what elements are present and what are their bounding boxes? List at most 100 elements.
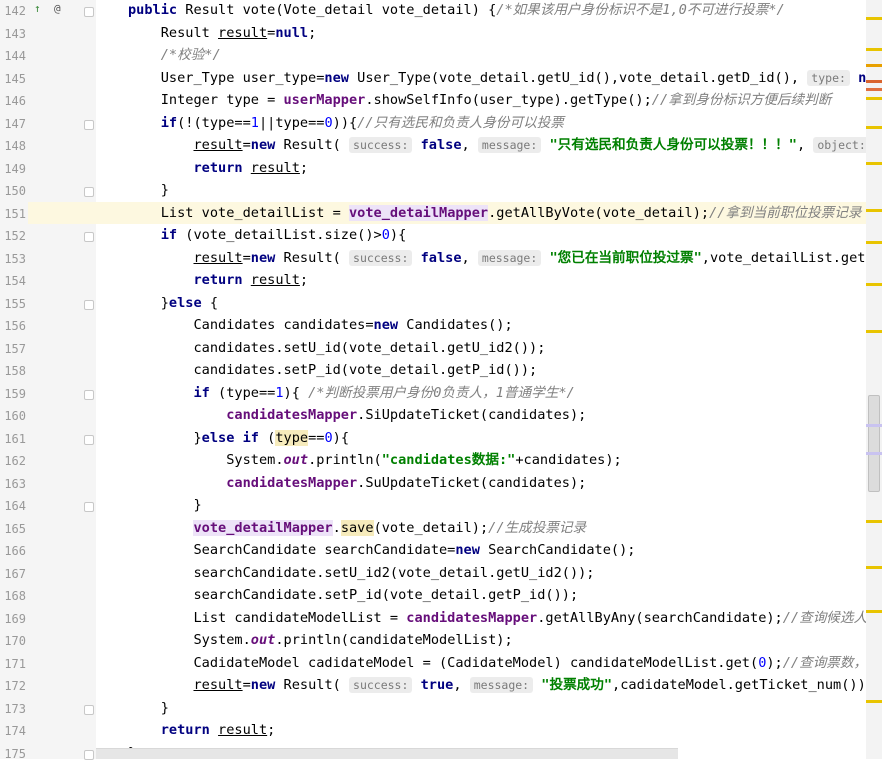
line-number: 172 xyxy=(0,675,26,698)
line-number: 154 xyxy=(0,270,26,293)
code-line[interactable]: }else if (type==0){ xyxy=(96,427,866,450)
code-line[interactable]: result=new Result( success: true, messag… xyxy=(96,674,866,697)
code-line[interactable]: if (type==1){ /*判断投票用户身份0负责人，1普通学生*/ xyxy=(96,382,866,405)
keyword: false xyxy=(421,137,462,153)
scrollbar-markers[interactable] xyxy=(866,0,882,759)
code-line[interactable]: Candidates candidates=new Candidates(); xyxy=(96,314,866,337)
code-line[interactable]: if (vote_detailList.size()>0){ xyxy=(96,224,866,247)
fold-marker-icon[interactable] xyxy=(84,300,94,310)
code-line[interactable]: } xyxy=(96,494,866,517)
code-line[interactable]: System.out.println(candidateModelList); xyxy=(96,629,866,652)
scrollbar-mark[interactable] xyxy=(866,283,882,286)
scrollbar-mark[interactable] xyxy=(866,80,882,83)
annotation-icon[interactable]: @ xyxy=(54,2,61,16)
code-editor[interactable]: public Result vote(Vote_detail vote_deta… xyxy=(96,0,866,759)
keyword: new xyxy=(251,137,276,153)
horizontal-scrollbar[interactable] xyxy=(96,748,678,759)
fold-marker-icon[interactable] xyxy=(84,390,94,400)
line-number: 149 xyxy=(0,158,26,181)
keyword: if xyxy=(161,115,177,131)
code-line[interactable]: return result; xyxy=(96,269,866,292)
scrollbar-mark[interactable] xyxy=(866,610,882,613)
parameter-hint: object: xyxy=(813,137,866,153)
scrollbar-mark[interactable] xyxy=(866,48,882,51)
code-token: result xyxy=(251,272,300,288)
code-line[interactable]: searchCandidate.setU_id2(vote_detail.get… xyxy=(96,562,866,585)
scrollbar-mark[interactable] xyxy=(866,330,882,333)
line-number: 163 xyxy=(0,473,26,496)
code-line[interactable]: User_Type user_type=new User_Type(vote_d… xyxy=(96,67,866,90)
code-line[interactable]: List candidateModelList = candidatesMapp… xyxy=(96,607,866,630)
code-line[interactable]: candidates.setP_id(vote_detail.getP_id()… xyxy=(96,359,866,382)
scrollbar-mark[interactable] xyxy=(866,97,882,100)
code-comment: //拿到当前职位投票记录 xyxy=(709,205,861,221)
line-number: 156 xyxy=(0,315,26,338)
code-line[interactable]: result=new Result( success: false, messa… xyxy=(96,247,866,270)
code-line[interactable]: /*校验*/ xyxy=(96,44,866,67)
line-number: 142 xyxy=(0,0,26,23)
scrollbar-mark[interactable] xyxy=(866,88,882,91)
fold-marker-icon[interactable] xyxy=(84,232,94,242)
scrollbar-mark[interactable] xyxy=(866,126,882,129)
code-line[interactable]: }else { xyxy=(96,292,866,315)
code-token: result xyxy=(193,677,242,693)
line-number: 144 xyxy=(0,45,26,68)
code-line[interactable]: vote_detailMapper.save(vote_detail);//生成… xyxy=(96,517,866,540)
code-line[interactable]: Result result=null; xyxy=(96,22,866,45)
line-number: 148 xyxy=(0,135,26,158)
code-line[interactable]: CadidateModel cadidateModel = (CadidateM… xyxy=(96,652,866,675)
line-number: 167 xyxy=(0,563,26,586)
code-token: result xyxy=(193,250,242,266)
keyword: if xyxy=(193,385,209,401)
code-line[interactable]: candidatesMapper.SuUpdateTicket(candidat… xyxy=(96,472,866,495)
code-token: out xyxy=(284,452,309,468)
code-line[interactable]: Integer type = userMapper.showSelfInfo(u… xyxy=(96,89,866,112)
fold-marker-icon[interactable] xyxy=(84,705,94,715)
code-token: result xyxy=(193,137,242,153)
override-icon[interactable]: ↑ xyxy=(34,2,41,16)
code-token: result xyxy=(218,722,267,738)
code-line[interactable]: candidatesMapper.SiUpdateTicket(candidat… xyxy=(96,404,866,427)
current-line-highlight xyxy=(28,202,96,225)
line-number: 159 xyxy=(0,383,26,406)
scrollbar-mark[interactable] xyxy=(866,566,882,569)
code-line[interactable]: public Result vote(Vote_detail vote_deta… xyxy=(96,0,866,22)
fold-marker-icon[interactable] xyxy=(84,120,94,130)
scrollbar-thumb[interactable] xyxy=(868,395,880,492)
scrollbar-mark[interactable] xyxy=(866,209,882,212)
scrollbar-mark[interactable] xyxy=(866,424,882,427)
fold-marker-icon[interactable] xyxy=(84,187,94,197)
line-number: 145 xyxy=(0,68,26,91)
code-line[interactable]: result=new Result( success: false, messa… xyxy=(96,134,866,157)
scrollbar-mark[interactable] xyxy=(866,64,882,67)
line-number: 170 xyxy=(0,630,26,653)
keyword: new xyxy=(251,250,276,266)
fold-marker-icon[interactable] xyxy=(84,502,94,512)
scrollbar-mark[interactable] xyxy=(866,520,882,523)
code-line[interactable]: candidates.setU_id(vote_detail.getU_id2(… xyxy=(96,337,866,360)
line-number: 164 xyxy=(0,495,26,518)
scrollbar-mark[interactable] xyxy=(866,162,882,165)
scrollbar-mark[interactable] xyxy=(866,17,882,20)
code-comment: //生成投票记录 xyxy=(488,520,586,536)
code-line[interactable]: return result; xyxy=(96,719,866,742)
code-line[interactable]: searchCandidate.setP_id(vote_detail.getP… xyxy=(96,584,866,607)
code-line[interactable]: SearchCandidate searchCandidate=new Sear… xyxy=(96,539,866,562)
string-literal: "只有选民和负责人身份可以投票！！！" xyxy=(549,137,796,153)
scrollbar-mark[interactable] xyxy=(866,700,882,703)
fold-marker-icon[interactable] xyxy=(84,435,94,445)
code-line[interactable]: } xyxy=(96,179,866,202)
keyword: new xyxy=(455,542,480,558)
fold-marker-icon[interactable] xyxy=(84,7,94,17)
code-line[interactable]: System.out.println("candidates数据:"+candi… xyxy=(96,449,866,472)
scrollbar-mark[interactable] xyxy=(866,241,882,244)
code-line[interactable]: } xyxy=(96,697,866,720)
code-line[interactable]: if(!(type==1||type==0)){//只有选民和负责人身份可以投票 xyxy=(96,112,866,135)
code-line[interactable]: return result; xyxy=(96,157,866,180)
scrollbar-mark[interactable] xyxy=(866,452,882,455)
fold-marker-icon[interactable] xyxy=(84,750,94,760)
code-line[interactable]: List vote_detailList = vote_detailMapper… xyxy=(96,202,866,225)
keyword: else xyxy=(169,295,202,311)
keyword: public xyxy=(128,2,177,18)
line-number: 174 xyxy=(0,720,26,743)
